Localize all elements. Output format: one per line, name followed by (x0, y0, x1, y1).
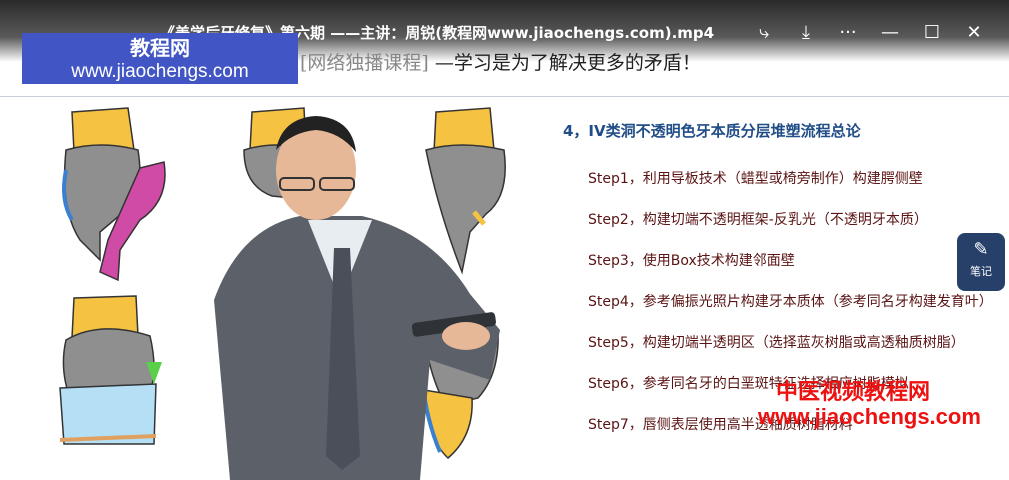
note-button[interactable]: ✎ 笔记 (957, 233, 1005, 291)
logo-line2: www.jiaochengs.com (71, 61, 249, 82)
slide-slogan: [网络独播课程] —学习是为了解决更多的矛盾！ (300, 48, 701, 75)
step-5: Step5，构建切端半透明区（选择蓝灰树脂或高透釉质树脂） (588, 335, 965, 351)
tooth-diagram-3 (425, 107, 506, 275)
watermark-line1: 中医视频教程网 (776, 380, 931, 405)
maximize-icon[interactable]: ☐ (911, 20, 953, 44)
logo-line1: 教程网 (130, 36, 190, 60)
step-1: Step1，利用导板技术（蜡型或椅旁制作）构建腭侧壁 (588, 171, 923, 187)
window-controls: ⤷ ⤓ ··· — ☐ ✕ (743, 20, 995, 44)
close-icon[interactable]: ✕ (953, 20, 995, 44)
minimize-icon[interactable]: — (869, 20, 911, 44)
slogan-bracket: [网络独播课程] (300, 52, 429, 74)
note-edit-icon: ✎ (973, 239, 989, 260)
step-4: Step4，参考偏振光照片构建牙本质体（参考同名牙构建发育叶） (588, 294, 993, 310)
download-icon[interactable]: ⤓ (785, 20, 827, 44)
slogan-text: —学习是为了解决更多的矛盾！ (434, 52, 701, 74)
more-icon[interactable]: ··· (827, 20, 869, 44)
tooth-diagram-4 (59, 295, 162, 445)
slide-heading: 4，IV类洞不透明色牙本质分层堆塑流程总论 (563, 122, 861, 140)
tooth-diagram-1 (62, 107, 166, 282)
note-label: 笔记 (970, 265, 992, 278)
step-3: Step3，使用Box技术构建邻面壁 (588, 253, 795, 269)
slide-divider (0, 96, 1009, 97)
watermark-line2: www.jiaochengs.com (758, 404, 981, 429)
site-logo: 教程网 www.jiaochengs.com (22, 33, 298, 84)
share-icon[interactable]: ⤷ (743, 20, 785, 44)
step-2: Step2，构建切端不透明框架-反乳光（不透明牙本质） (588, 212, 928, 228)
